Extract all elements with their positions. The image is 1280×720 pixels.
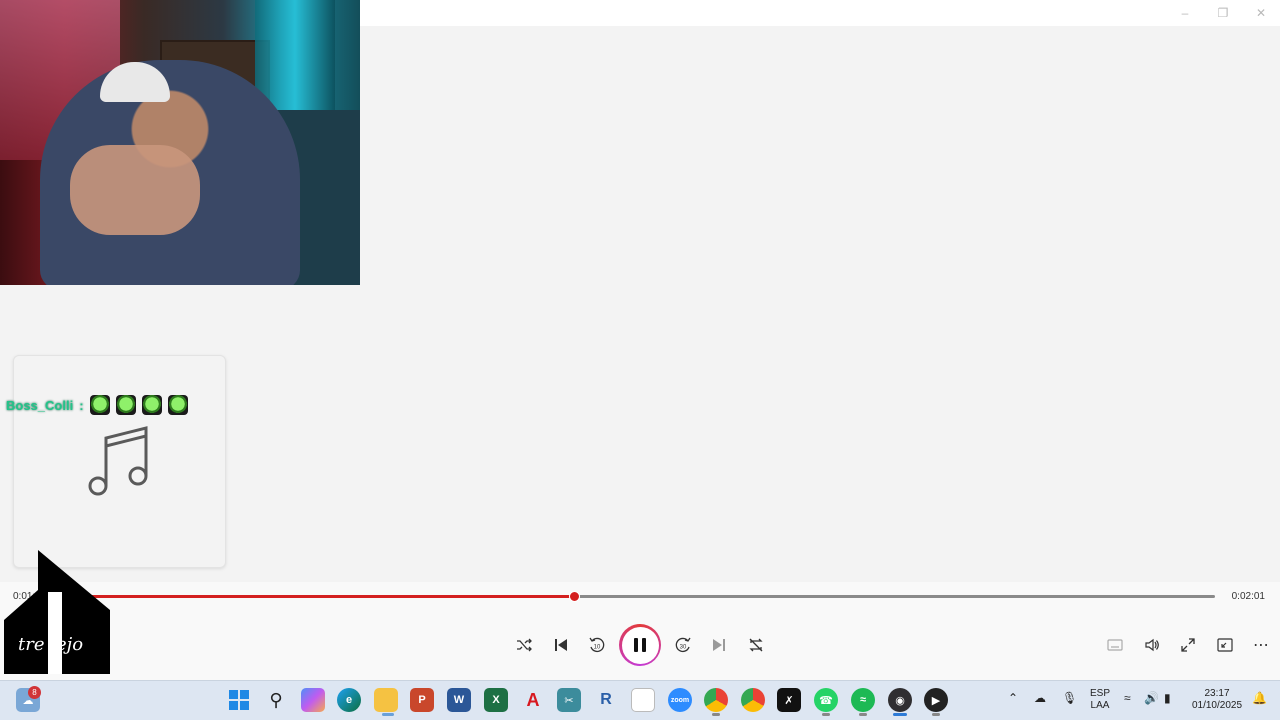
speaker-icon[interactable]: 🔊: [1144, 692, 1159, 704]
chrome-icon[interactable]: [704, 688, 728, 712]
logo-overlay: tre lejo: [4, 550, 110, 674]
cloud-off-icon[interactable]: ☁: [1034, 692, 1046, 704]
excel-icon[interactable]: X: [484, 688, 508, 712]
word-icon[interactable]: W: [447, 688, 471, 712]
whatsapp-icon[interactable]: ☎: [814, 688, 838, 712]
chrome-running-indicator: [712, 713, 720, 716]
shuffle-icon: [517, 638, 532, 652]
frog-emote-icon: [141, 395, 162, 415]
wifi-icon[interactable]: ≈: [1124, 692, 1131, 704]
clock-time: 23:17: [1204, 688, 1230, 699]
r-icon[interactable]: R: [594, 688, 618, 712]
chrome-profile-icon[interactable]: [741, 688, 765, 712]
notifications-icon[interactable]: 🔔: [1252, 692, 1267, 704]
clock[interactable]: 23:17 01/10/2025: [1188, 688, 1246, 712]
miniplayer-icon: [1217, 638, 1233, 652]
svg-text:10: 10: [594, 645, 601, 651]
file-explorer-running-indicator: [382, 713, 394, 716]
copilot-icon[interactable]: [301, 688, 325, 712]
chat-message: Boss_Colli :: [6, 395, 188, 415]
zoom-icon[interactable]: zoom: [668, 688, 692, 712]
volume-button[interactable]: [1140, 630, 1164, 660]
subtitles-icon: [1107, 639, 1123, 651]
next-icon: [713, 639, 725, 651]
spotify-running-indicator: [859, 713, 867, 716]
subtitles-button[interactable]: [1103, 630, 1127, 660]
seek-thumb[interactable]: [568, 591, 580, 602]
volume-icon: [1145, 638, 1159, 652]
skip-forward-30-icon: 30: [675, 637, 691, 653]
chat-username: Boss_Colli: [6, 397, 74, 413]
fullscreen-icon: [1181, 638, 1195, 652]
repeat-off-icon: [749, 638, 763, 652]
seek-bar[interactable]: [56, 591, 1215, 602]
skip-back-10-icon: 10: [589, 637, 605, 653]
show-hidden-icons-chevron-icon[interactable]: ⌃: [1008, 692, 1018, 704]
frog-emote-icon: [167, 395, 188, 415]
whatsapp-running-indicator: [822, 713, 830, 716]
media-player-running-indicator: [932, 713, 940, 716]
capcut-icon[interactable]: ✗: [777, 688, 801, 712]
next-button[interactable]: [707, 630, 731, 660]
shuffle-button[interactable]: [512, 630, 536, 660]
total-time: 0:02:01: [1231, 591, 1265, 602]
repeat-button[interactable]: [744, 630, 768, 660]
notepad-icon[interactable]: [631, 688, 655, 712]
snip-icon[interactable]: ✂: [557, 688, 581, 712]
svg-text:30: 30: [680, 645, 687, 651]
file-explorer-icon[interactable]: [374, 688, 398, 712]
battery-icon[interactable]: ▮: [1164, 692, 1171, 704]
pause-icon: [621, 626, 659, 664]
seek-bar-fill: [56, 595, 574, 598]
skip-back-button[interactable]: 10: [585, 630, 609, 660]
obs-icon[interactable]: ◉: [888, 688, 912, 712]
skip-forward-button[interactable]: 30: [671, 630, 695, 660]
chat-separator: :: [79, 397, 84, 413]
media-player-icon[interactable]: ▶: [924, 688, 948, 712]
search-icon[interactable]: ⚲: [264, 688, 288, 712]
edge-icon[interactable]: e: [337, 688, 361, 712]
clock-date: 01/10/2025: [1191, 700, 1243, 711]
miniplayer-button[interactable]: [1213, 630, 1237, 660]
more-icon: ⋯: [1253, 637, 1269, 654]
spotify-icon[interactable]: ≈: [851, 688, 875, 712]
microphone-icon[interactable]: 🎙: [1062, 692, 1077, 704]
previous-icon: [555, 639, 567, 651]
acrobat-icon[interactable]: A: [521, 688, 545, 712]
close-icon[interactable]: ✕: [1242, 0, 1280, 26]
music-note-icon: [88, 426, 148, 496]
logo-text: tre lejo: [18, 634, 83, 655]
window-controls: – ❐ ✕: [1166, 0, 1280, 26]
more-options-button[interactable]: ⋯: [1249, 630, 1273, 660]
pause-button[interactable]: [619, 624, 661, 666]
webcam-video: [0, 0, 360, 285]
frog-emote-icon: [115, 395, 136, 415]
notification-badge: 8: [28, 686, 41, 699]
fullscreen-button[interactable]: [1176, 630, 1200, 660]
previous-button[interactable]: [549, 630, 573, 660]
minimize-icon[interactable]: –: [1166, 0, 1204, 26]
restore-icon[interactable]: ❐: [1204, 0, 1242, 26]
frog-emote-icon: [89, 395, 110, 415]
language-indicator[interactable]: ESP LAA: [1088, 688, 1112, 712]
obs-active-indicator: [893, 713, 907, 716]
language-code: ESP: [1089, 688, 1110, 699]
album-art: [13, 355, 226, 568]
windows-start-icon[interactable]: [227, 688, 251, 712]
powerpoint-icon[interactable]: P: [410, 688, 434, 712]
language-layout: LAA: [1090, 700, 1110, 711]
